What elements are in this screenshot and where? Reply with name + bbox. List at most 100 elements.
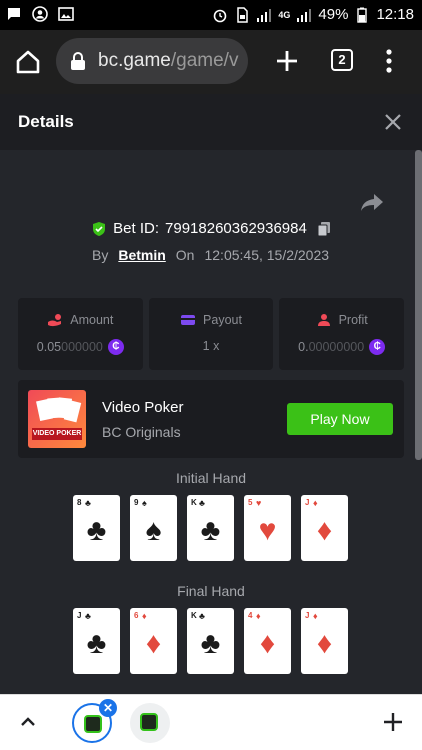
bet-id-label: Bet ID:: [113, 220, 160, 237]
initial-hand-label: Initial Hand: [175, 470, 247, 486]
copy-icon[interactable]: [317, 221, 331, 237]
initial-hand: 8 ♣ ♣ 9 ♠ ♠ K ♣ ♣ 5 ♥ ♥ J ♦ ♦: [73, 495, 350, 561]
amount-value: 0.05000000: [37, 340, 103, 354]
video-poker-thumbnail: VIDEO POKER: [28, 390, 86, 448]
card-suit-icon: ♣: [200, 627, 221, 660]
card-suit-small: ♦: [256, 611, 261, 621]
url-path: /game/v: [170, 50, 239, 71]
amount-value-zeros: 000000: [61, 340, 103, 354]
amount-label: Amount: [70, 313, 114, 327]
home-icon[interactable]: [14, 48, 42, 76]
new-tab-icon[interactable]: [383, 712, 403, 732]
card-rank: J: [77, 611, 82, 620]
payout-stat: Payout 1 x: [148, 298, 274, 370]
bet-meta-row: By Betmin On 12:05:45, 15/2/2023: [92, 247, 329, 263]
bc-logo-icon: [84, 715, 102, 733]
network-type: 4G: [278, 9, 291, 20]
coin-icon: ₵: [107, 339, 124, 355]
card-suit-small: ♣: [85, 498, 91, 508]
game-card: VIDEO POKER Video Poker BC Originals Pla…: [18, 380, 404, 458]
profit-stat: Profit 0.00000000 ₵: [279, 298, 405, 370]
card-suit-icon: ♠: [145, 514, 162, 547]
playing-card: J ♣ ♣: [73, 608, 120, 674]
play-now-button[interactable]: Play Now: [287, 403, 393, 435]
share-icon[interactable]: [360, 192, 384, 212]
address-bar[interactable]: bc.game/game/v: [56, 38, 248, 84]
card-suit-icon: ♦: [259, 627, 276, 660]
profit-value-main: 0.: [298, 340, 309, 354]
game-name: Video Poker: [102, 399, 184, 416]
chevron-up-icon[interactable]: [20, 715, 36, 727]
username-link[interactable]: Betmin: [118, 247, 165, 263]
card-suit-icon: ♥: [258, 514, 277, 547]
card-suit-small: ♦: [313, 498, 318, 508]
game-provider: BC Originals: [102, 424, 181, 440]
payout-value: 1 x: [202, 339, 220, 353]
playing-card: K ♣ ♣: [187, 608, 234, 674]
gallery-icon: [58, 7, 74, 21]
details-header: Details: [0, 94, 422, 150]
bet-id-value: 79918260362936984: [165, 220, 307, 237]
close-icon[interactable]: [384, 113, 402, 131]
playing-card: J ♦ ♦: [301, 495, 348, 561]
bet-stats: Amount 0.05000000 ₵ Payout 1 x Profit 0.…: [18, 298, 405, 370]
card-rank: 8: [77, 498, 82, 507]
cards-fan-icon: [32, 397, 82, 440]
tab-bcgame[interactable]: [130, 703, 170, 743]
overflow-menu-icon[interactable]: [380, 48, 398, 74]
by-label: By: [92, 247, 109, 263]
card-suit-icon: ♣: [200, 514, 221, 547]
playing-card: 9 ♠ ♠: [130, 495, 177, 561]
playing-card: 6 ♦ ♦: [130, 608, 177, 674]
playing-card: 5 ♥ ♥: [244, 495, 291, 561]
card-suit-icon: ♦: [145, 627, 162, 660]
card-rank: K: [191, 611, 197, 620]
final-hand-label: Final Hand: [177, 583, 245, 599]
card-rank: 4: [248, 611, 253, 620]
sim-icon: [237, 6, 249, 23]
profit-value-zeros: 00000000: [308, 340, 365, 354]
card-rank: K: [191, 498, 197, 507]
card-suit-small: ♦: [142, 611, 147, 621]
card-rank: 6: [134, 611, 139, 620]
tab-strip: ✕: [0, 694, 422, 750]
bet-details-panel: Bet ID: 79918260362936984 By Betmin On 1…: [0, 150, 422, 694]
card-suit-small: ♠: [142, 498, 147, 508]
verified-shield-icon: [93, 221, 106, 236]
hand-coins-icon: [48, 314, 62, 327]
playing-card: 8 ♣ ♣: [73, 495, 120, 561]
url-domain: bc.game: [98, 50, 171, 71]
amount-stat: Amount 0.05000000 ₵: [18, 298, 143, 370]
profit-label: Profit: [338, 313, 368, 327]
card-suit-icon: ♣: [86, 627, 107, 660]
battery-icon: [357, 7, 368, 23]
new-tab-icon[interactable]: [272, 46, 302, 76]
tab-switcher-button[interactable]: 2: [331, 49, 353, 71]
alarm-icon: [214, 9, 227, 22]
card-rank: J: [305, 611, 310, 620]
bet-datetime: 12:05:45, 15/2/2023: [204, 247, 330, 263]
url-text: bc.game/game/v: [98, 50, 238, 72]
card-rank: 9: [134, 498, 139, 507]
message-icon: [8, 8, 20, 20]
account-icon: [32, 6, 48, 22]
close-tab-icon[interactable]: ✕: [99, 699, 117, 717]
bc-logo-icon: [140, 713, 158, 731]
card-suit-icon: ♦: [316, 514, 333, 547]
playing-card: J ♦ ♦: [301, 608, 348, 674]
thumbnail-text: VIDEO POKER: [32, 430, 82, 437]
profit-user-icon: [317, 314, 330, 326]
signal-icon: [257, 8, 272, 22]
scrollbar-thumb[interactable]: [415, 150, 422, 460]
clock: 12:18: [376, 6, 414, 23]
card-suit-small: ♣: [199, 611, 205, 621]
profit-value: 0.00000000: [298, 340, 364, 354]
playing-card: 4 ♦ ♦: [244, 608, 291, 674]
bet-id-row: Bet ID: 79918260362936984: [0, 220, 422, 237]
coin-icon: ₵: [369, 339, 386, 355]
status-bar: 4G 49% 12:18: [0, 0, 422, 30]
amount-value-main: 0.05: [36, 340, 62, 354]
card-rank: 5: [248, 498, 253, 507]
card-suit-icon: ♦: [316, 627, 333, 660]
browser-toolbar: bc.game/game/v 2: [0, 30, 422, 94]
